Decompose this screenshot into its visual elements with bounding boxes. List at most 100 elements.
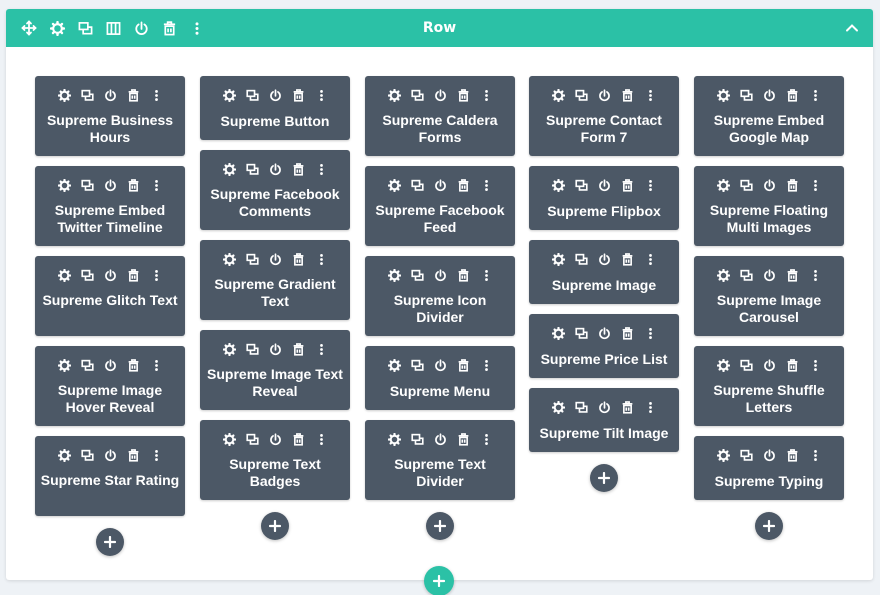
duplicate-icon[interactable] xyxy=(574,326,588,340)
power-icon[interactable] xyxy=(103,268,117,282)
duplicate-icon[interactable] xyxy=(80,88,94,102)
more-icon[interactable] xyxy=(643,88,657,102)
power-icon[interactable] xyxy=(433,178,447,192)
module-card[interactable]: Supreme Flipbox xyxy=(529,166,679,230)
module-card[interactable]: Supreme Price List xyxy=(529,314,679,378)
more-icon[interactable] xyxy=(643,252,657,266)
module-card[interactable]: Supreme Embed Google Map xyxy=(694,76,844,156)
module-card[interactable]: Supreme Star Rating xyxy=(35,436,185,516)
module-card[interactable]: Supreme Text Badges xyxy=(200,420,350,500)
module-card[interactable]: Supreme Typing xyxy=(694,436,844,500)
more-icon[interactable] xyxy=(808,268,822,282)
gear-icon[interactable] xyxy=(551,252,565,266)
trash-icon[interactable] xyxy=(785,448,799,462)
trash-icon[interactable] xyxy=(126,88,140,102)
module-card[interactable]: Supreme Image xyxy=(529,240,679,304)
gear-icon[interactable] xyxy=(57,268,71,282)
gear-icon[interactable] xyxy=(716,88,730,102)
more-icon[interactable] xyxy=(314,162,328,176)
duplicate-icon[interactable] xyxy=(245,162,259,176)
gear-icon[interactable] xyxy=(57,178,71,192)
trash-icon[interactable] xyxy=(291,88,305,102)
gear-icon[interactable] xyxy=(48,19,66,37)
duplicate-icon[interactable] xyxy=(80,448,94,462)
more-icon[interactable] xyxy=(643,326,657,340)
duplicate-icon[interactable] xyxy=(410,268,424,282)
add-module-button[interactable] xyxy=(755,512,783,540)
gear-icon[interactable] xyxy=(716,178,730,192)
power-icon[interactable] xyxy=(597,326,611,340)
power-icon[interactable] xyxy=(762,448,776,462)
duplicate-icon[interactable] xyxy=(739,448,753,462)
duplicate-icon[interactable] xyxy=(410,178,424,192)
module-card[interactable]: Supreme Floating Multi Images xyxy=(694,166,844,246)
add-module-button[interactable] xyxy=(426,512,454,540)
add-module-button[interactable] xyxy=(590,464,618,492)
duplicate-icon[interactable] xyxy=(80,178,94,192)
trash-icon[interactable] xyxy=(785,88,799,102)
trash-icon[interactable] xyxy=(126,178,140,192)
gear-icon[interactable] xyxy=(716,358,730,372)
module-card[interactable]: Supreme Button xyxy=(200,76,350,140)
more-icon[interactable] xyxy=(808,88,822,102)
trash-icon[interactable] xyxy=(291,162,305,176)
duplicate-icon[interactable] xyxy=(739,268,753,282)
gear-icon[interactable] xyxy=(716,268,730,282)
module-card[interactable]: Supreme Image Text Reveal xyxy=(200,330,350,410)
trash-icon[interactable] xyxy=(620,326,634,340)
more-icon[interactable] xyxy=(149,178,163,192)
more-icon[interactable] xyxy=(808,358,822,372)
module-card[interactable]: Supreme Image Hover Reveal xyxy=(35,346,185,426)
module-card[interactable]: Supreme Text Divider xyxy=(365,420,515,500)
duplicate-icon[interactable] xyxy=(410,358,424,372)
power-icon[interactable] xyxy=(103,88,117,102)
columns-icon[interactable] xyxy=(104,19,122,37)
gear-icon[interactable] xyxy=(222,162,236,176)
more-icon[interactable] xyxy=(643,178,657,192)
duplicate-icon[interactable] xyxy=(80,268,94,282)
gear-icon[interactable] xyxy=(222,252,236,266)
power-icon[interactable] xyxy=(268,252,282,266)
gear-icon[interactable] xyxy=(387,432,401,446)
trash-icon[interactable] xyxy=(456,358,470,372)
gear-icon[interactable] xyxy=(387,178,401,192)
trash-icon[interactable] xyxy=(456,268,470,282)
module-card[interactable]: Supreme Glitch Text xyxy=(35,256,185,336)
add-module-button[interactable] xyxy=(96,528,124,556)
gear-icon[interactable] xyxy=(551,400,565,414)
power-icon[interactable] xyxy=(268,342,282,356)
module-card[interactable]: Supreme Shuffle Letters xyxy=(694,346,844,426)
module-card[interactable]: Supreme Icon Divider xyxy=(365,256,515,336)
power-icon[interactable] xyxy=(433,358,447,372)
more-icon[interactable] xyxy=(808,448,822,462)
more-icon[interactable] xyxy=(479,432,493,446)
more-icon[interactable] xyxy=(149,448,163,462)
more-icon[interactable] xyxy=(479,178,493,192)
duplicate-icon[interactable] xyxy=(80,358,94,372)
module-card[interactable]: Supreme Image Carousel xyxy=(694,256,844,336)
more-icon[interactable] xyxy=(314,252,328,266)
trash-icon[interactable] xyxy=(620,400,634,414)
power-icon[interactable] xyxy=(433,268,447,282)
power-icon[interactable] xyxy=(597,178,611,192)
more-icon[interactable] xyxy=(808,178,822,192)
duplicate-icon[interactable] xyxy=(245,432,259,446)
duplicate-icon[interactable] xyxy=(410,432,424,446)
power-icon[interactable] xyxy=(103,448,117,462)
trash-icon[interactable] xyxy=(620,178,634,192)
trash-icon[interactable] xyxy=(456,178,470,192)
duplicate-icon[interactable] xyxy=(574,178,588,192)
add-row-button[interactable] xyxy=(424,566,454,595)
power-icon[interactable] xyxy=(762,358,776,372)
power-icon[interactable] xyxy=(132,19,150,37)
gear-icon[interactable] xyxy=(222,88,236,102)
module-card[interactable]: Supreme Facebook Feed xyxy=(365,166,515,246)
module-card[interactable]: Supreme Menu xyxy=(365,346,515,410)
power-icon[interactable] xyxy=(597,88,611,102)
power-icon[interactable] xyxy=(103,358,117,372)
duplicate-icon[interactable] xyxy=(739,178,753,192)
move-icon[interactable] xyxy=(20,19,38,37)
gear-icon[interactable] xyxy=(57,358,71,372)
gear-icon[interactable] xyxy=(387,268,401,282)
trash-icon[interactable] xyxy=(785,178,799,192)
